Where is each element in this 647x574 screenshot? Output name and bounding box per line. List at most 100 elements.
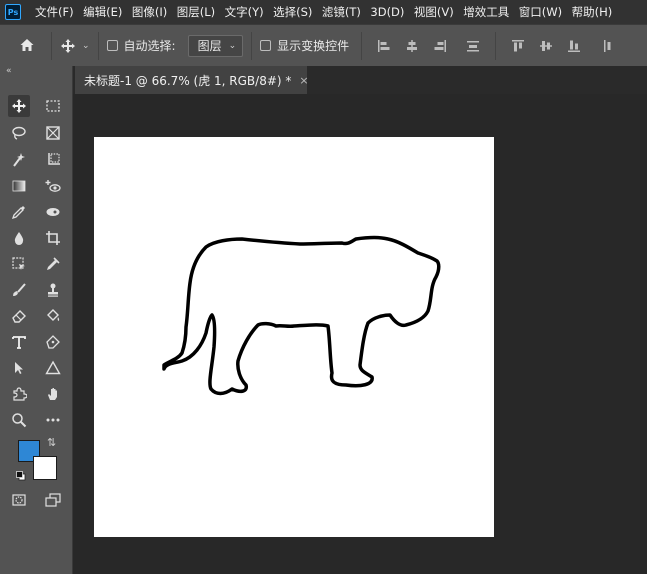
collapse-panel-icon[interactable]: « (6, 66, 12, 76)
distribute-vertical-icon[interactable] (602, 39, 616, 53)
align-vertical-centers-icon[interactable] (539, 39, 553, 53)
arrow-cursor-icon (15, 362, 23, 374)
menu-image[interactable]: 图像(I) (132, 4, 167, 20)
crop-icon (46, 231, 60, 245)
chevron-down-icon[interactable]: ⌄ (82, 41, 90, 51)
align-horizontal-centers-icon[interactable] (405, 39, 419, 53)
tools-panel: « ⇅ (0, 66, 73, 574)
crop-tool[interactable] (42, 149, 64, 171)
eraser-tool[interactable] (8, 305, 30, 327)
more-icon (46, 418, 60, 422)
crop-tool-main[interactable] (42, 227, 64, 249)
menu-bar: Ps 文件(F) 编辑(E) 图像(I) 图层(L) 文字(Y) 选择(S) 滤… (0, 0, 647, 24)
drop-icon (14, 232, 24, 245)
close-tab-icon[interactable]: × (299, 74, 308, 87)
eyedropper-tool[interactable] (8, 201, 30, 223)
menu-help[interactable]: 帮助(H) (572, 4, 613, 20)
brush-tool[interactable] (8, 279, 30, 301)
show-transform-controls-label: 显示变换控件 (277, 39, 350, 53)
menu-3d[interactable]: 3D(D) (370, 5, 404, 19)
document-canvas[interactable] (94, 137, 494, 537)
gradient-tool[interactable] (8, 175, 30, 197)
align-top-edges-icon[interactable] (511, 39, 525, 53)
auto-select-target-dropdown[interactable]: 图层 ⌄ (187, 34, 244, 57)
options-separator (361, 31, 363, 60)
menu-file[interactable]: 文件(F) (35, 4, 74, 20)
shape-tool[interactable] (42, 357, 64, 379)
menu-filter[interactable]: 滤镜(T) (322, 4, 361, 20)
menu-edit[interactable]: 编辑(E) (83, 4, 122, 20)
path-selection-tool[interactable] (8, 357, 30, 379)
sampler-icon (47, 257, 60, 270)
distribute-horizontal-icon[interactable] (466, 39, 480, 53)
menu-layer[interactable]: 图层(L) (177, 4, 215, 20)
eyedropper-icon (11, 206, 25, 220)
transform-selection-icon (12, 257, 25, 270)
content-aware-scale-tool[interactable] (8, 253, 30, 275)
menu-view[interactable]: 视图(V) (414, 4, 454, 20)
eraser-icon (12, 310, 26, 323)
quick-mask-button[interactable] (8, 489, 30, 511)
hand-tool[interactable] (42, 383, 64, 405)
photoshop-logo-icon[interactable]: Ps (5, 4, 21, 20)
canvas-workspace[interactable] (73, 94, 647, 574)
paint-bucket-tool[interactable] (42, 305, 64, 327)
puzzle-icon (13, 387, 27, 401)
menu-window[interactable]: 窗口(W) (519, 4, 562, 20)
screen-mode-button[interactable] (42, 489, 64, 511)
zoom-tool[interactable] (8, 409, 30, 431)
document-tab[interactable]: 未标题-1 @ 66.7% (虎 1, RGB/8#) * × (75, 66, 309, 94)
show-transform-controls-checkbox[interactable] (260, 40, 272, 51)
tiger-outline-artwork (162, 235, 441, 396)
swap-colors-icon[interactable]: ⇅ (47, 436, 56, 449)
bandage-icon (46, 208, 60, 216)
menu-type[interactable]: 文字(Y) (225, 4, 264, 20)
clone-stamp-tool[interactable] (42, 279, 64, 301)
background-color-swatch[interactable] (33, 456, 57, 480)
pen-icon (46, 335, 60, 349)
frame-icon (46, 126, 60, 140)
document-tab-title: 未标题-1 @ 66.7% (虎 1, RGB/8#) * (84, 73, 292, 88)
align-left-edges-icon[interactable] (377, 39, 391, 53)
pen-tool[interactable] (42, 331, 64, 353)
edit-toolbar-button[interactable] (42, 409, 64, 431)
auto-select-target-value: 图层 (197, 39, 222, 53)
triangle-icon (45, 360, 61, 375)
stamp-icon (48, 283, 58, 297)
options-bar: ⌄ 自动选择: 图层 ⌄ 显示变换控件 (0, 24, 647, 66)
options-separator (495, 31, 497, 60)
screen-mode-icon (45, 493, 61, 507)
lasso-tool[interactable] (8, 122, 30, 144)
options-separator (97, 31, 99, 60)
gradient-icon (12, 180, 26, 192)
red-eye-tool[interactable] (42, 175, 64, 197)
move-tool-preset-icon[interactable]: ⌄ (60, 38, 90, 54)
quick-select-icon (13, 153, 25, 167)
auto-select-label: 自动选择: (123, 39, 176, 53)
custom-shape-tool[interactable] (8, 383, 30, 405)
move-tool[interactable] (8, 95, 30, 117)
rectangular-marquee-tool[interactable] (42, 95, 64, 117)
blur-tool[interactable] (8, 227, 30, 249)
type-icon (12, 336, 26, 349)
auto-select-checkbox[interactable] (106, 40, 118, 51)
menu-select[interactable]: 选择(S) (273, 4, 312, 20)
frame-tool[interactable] (42, 122, 64, 144)
red-eye-icon (45, 180, 61, 192)
type-tool[interactable] (8, 331, 30, 353)
brush-icon (13, 283, 26, 296)
marquee-icon (46, 100, 60, 112)
color-sampler-tool[interactable] (42, 253, 64, 275)
home-icon[interactable] (19, 37, 37, 55)
slice-icon (48, 153, 60, 165)
object-selection-tool[interactable] (8, 149, 30, 171)
default-colors-icon[interactable] (16, 470, 26, 481)
align-bottom-edges-icon[interactable] (567, 39, 581, 53)
quick-mask-icon (12, 494, 26, 506)
magnifier-icon (12, 413, 27, 428)
spot-healing-brush-tool[interactable] (42, 201, 64, 223)
menu-plugins[interactable]: 增效工具 (463, 4, 509, 20)
align-right-edges-icon[interactable] (433, 39, 447, 53)
hand-icon (48, 388, 57, 400)
chevron-down-icon: ⌄ (228, 40, 237, 51)
